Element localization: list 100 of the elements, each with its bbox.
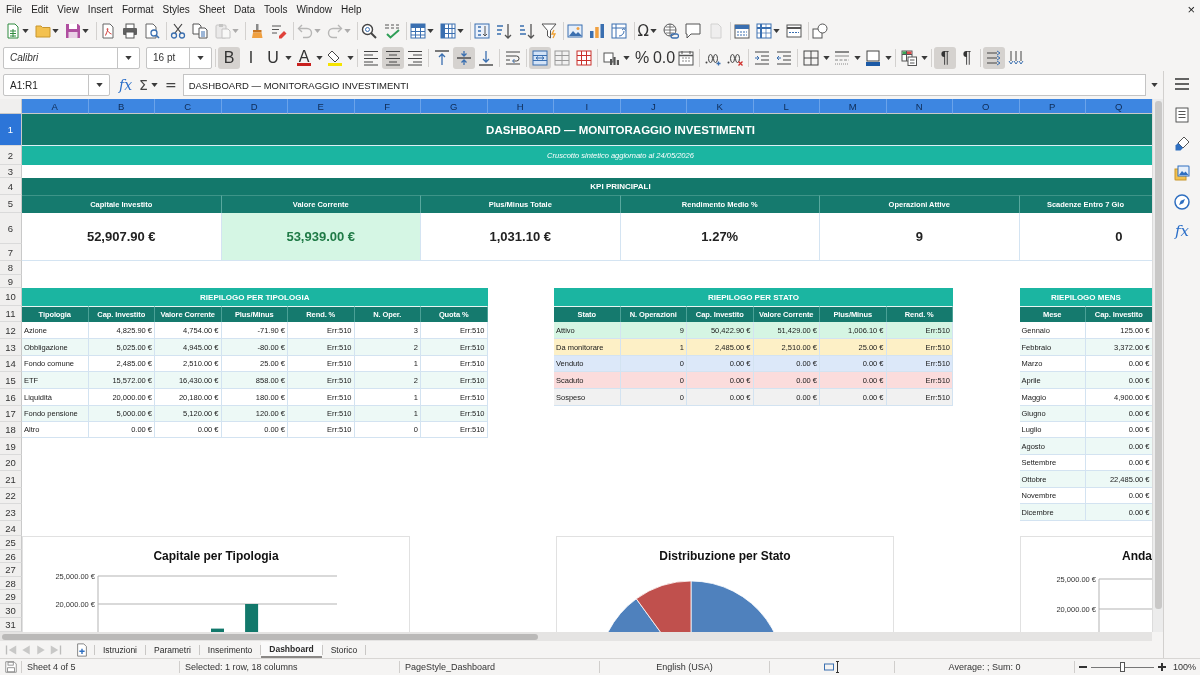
freeze-panes-icon[interactable] xyxy=(755,23,772,39)
new-spreadsheet-icon[interactable] xyxy=(5,23,21,39)
right-to-left-tool[interactable]: ¶ xyxy=(956,46,978,69)
functions-tab[interactable]: fx xyxy=(1175,223,1189,239)
menu-item[interactable]: Help xyxy=(336,3,367,15)
underline-tool[interactable]: U xyxy=(262,46,284,69)
menu-item[interactable]: File xyxy=(1,3,27,15)
caret-icon[interactable] xyxy=(854,55,861,60)
image-icon[interactable] xyxy=(566,23,583,39)
caret-icon[interactable] xyxy=(772,29,780,33)
decimal-format-tool[interactable]: 0.0 xyxy=(653,46,675,69)
bold-tool[interactable]: B xyxy=(218,46,240,69)
row-header[interactable]: 18 xyxy=(0,422,22,438)
sheet-tab[interactable]: Dashboard xyxy=(261,641,322,658)
row-header[interactable]: 5 xyxy=(0,195,22,213)
row-header[interactable]: 11 xyxy=(0,306,22,322)
column-header[interactable]: G xyxy=(421,99,488,114)
caret-icon[interactable] xyxy=(197,55,204,60)
sum-symbol[interactable]: Σ xyxy=(139,77,148,93)
zoom-level[interactable]: 100% xyxy=(1173,662,1197,672)
column-header[interactable]: H xyxy=(487,99,554,114)
filter-icon[interactable] xyxy=(540,23,557,39)
special-character[interactable]: Ω xyxy=(637,23,649,39)
menu-item[interactable]: View xyxy=(52,3,84,15)
row-header[interactable]: 30 xyxy=(0,604,22,618)
bar-chart-icon[interactable] xyxy=(589,23,606,39)
row-header[interactable]: 20 xyxy=(0,455,22,471)
menu-item[interactable]: Data xyxy=(229,3,260,15)
zoom-slider-thumb[interactable] xyxy=(1120,662,1125,672)
row-header[interactable]: 12 xyxy=(0,322,22,339)
align-center-tool[interactable] xyxy=(382,46,404,69)
row-header[interactable]: 27 xyxy=(0,563,22,577)
column-header[interactable]: P xyxy=(1019,99,1086,114)
sheet-tab[interactable]: Storico xyxy=(322,641,366,658)
scrollbar-thumb[interactable] xyxy=(2,633,538,640)
equals-symbol[interactable]: = xyxy=(164,77,177,93)
caret-icon[interactable] xyxy=(316,55,323,60)
menu-item[interactable]: Tools xyxy=(259,3,292,15)
row-header[interactable]: 1 xyxy=(0,114,22,146)
caret-icon[interactable] xyxy=(347,55,354,60)
spellcheck-icon[interactable] xyxy=(383,23,400,39)
horizontal-scrollbar[interactable] xyxy=(0,632,1152,641)
row-header[interactable]: 17 xyxy=(0,406,22,422)
column-header[interactable]: O xyxy=(953,99,1020,114)
function-wizard[interactable]: fx xyxy=(119,77,133,93)
caret-icon[interactable] xyxy=(457,29,464,33)
copy-icon[interactable] xyxy=(192,23,209,39)
merge-center-tool[interactable] xyxy=(529,46,551,69)
split-window-icon[interactable] xyxy=(786,23,803,39)
column-header[interactable]: M xyxy=(820,99,887,114)
menu-icon[interactable] xyxy=(1174,76,1190,92)
column-header[interactable]: Q xyxy=(1086,99,1152,114)
selection-mode-icon[interactable] xyxy=(824,661,840,673)
menu-item[interactable]: Format xyxy=(117,3,159,15)
row-header[interactable]: 10 xyxy=(0,288,22,306)
gallery-icon[interactable] xyxy=(1174,165,1190,181)
row-header[interactable]: 8 xyxy=(0,261,22,275)
row-header[interactable]: 21 xyxy=(0,471,22,488)
row-header[interactable]: 4 xyxy=(0,178,22,195)
menu-item[interactable]: Sheet xyxy=(194,3,230,15)
row-header[interactable]: 24 xyxy=(0,521,22,536)
row-header[interactable]: 26 xyxy=(0,550,22,563)
navigator-icon[interactable] xyxy=(1174,194,1190,210)
page-style[interactable]: PageStyle_Dashboard xyxy=(405,662,496,672)
font-color-tool[interactable]: A xyxy=(293,46,315,69)
clear-formatting-icon[interactable] xyxy=(270,23,287,39)
pivot-table-icon[interactable] xyxy=(611,23,628,39)
row-header[interactable]: 9 xyxy=(0,275,22,288)
speech-bubble-icon[interactable] xyxy=(685,23,702,39)
zoom-slider[interactable] xyxy=(1091,662,1154,672)
row-header[interactable]: 7 xyxy=(0,244,22,261)
row-header[interactable]: 31 xyxy=(0,618,22,632)
pdf-export-icon[interactable] xyxy=(99,23,116,39)
row-header[interactable]: 15 xyxy=(0,372,22,389)
scrollbar-thumb[interactable] xyxy=(1154,101,1162,609)
find-replace-icon[interactable] xyxy=(361,23,378,39)
formula-input[interactable]: DASHBOARD — MONITORAGGIO INVESTIMENTI xyxy=(182,74,1146,96)
caret-icon[interactable] xyxy=(885,55,892,60)
italic-tool[interactable]: I xyxy=(240,46,262,69)
column-header[interactable]: C xyxy=(155,99,222,114)
insert-rows-icon[interactable] xyxy=(409,23,426,39)
sheet-tab[interactable]: Istruzioni xyxy=(95,641,145,658)
column-header[interactable]: B xyxy=(88,99,155,114)
horizontal-text-tool[interactable] xyxy=(983,46,1005,69)
print-preview-icon[interactable] xyxy=(143,23,160,39)
sort-icon[interactable] xyxy=(474,23,491,39)
row-header[interactable]: 16 xyxy=(0,389,22,406)
row-header[interactable]: 28 xyxy=(0,577,22,590)
left-to-right-tool[interactable]: ¶ xyxy=(934,46,956,69)
sheet-tab[interactable]: Parametri xyxy=(146,641,199,658)
column-header[interactable]: F xyxy=(354,99,421,114)
column-header[interactable]: L xyxy=(753,99,820,114)
language[interactable]: English (USA) xyxy=(656,662,713,672)
caret-icon[interactable] xyxy=(921,55,928,60)
font-name-field[interactable]: Calibri xyxy=(3,46,140,69)
zoom-in-icon[interactable] xyxy=(1158,663,1166,671)
row-header[interactable]: 22 xyxy=(0,488,22,504)
close-document[interactable]: × xyxy=(1187,2,1195,16)
column-header[interactable]: E xyxy=(288,99,355,114)
percent-format-tool[interactable]: % xyxy=(631,46,653,69)
